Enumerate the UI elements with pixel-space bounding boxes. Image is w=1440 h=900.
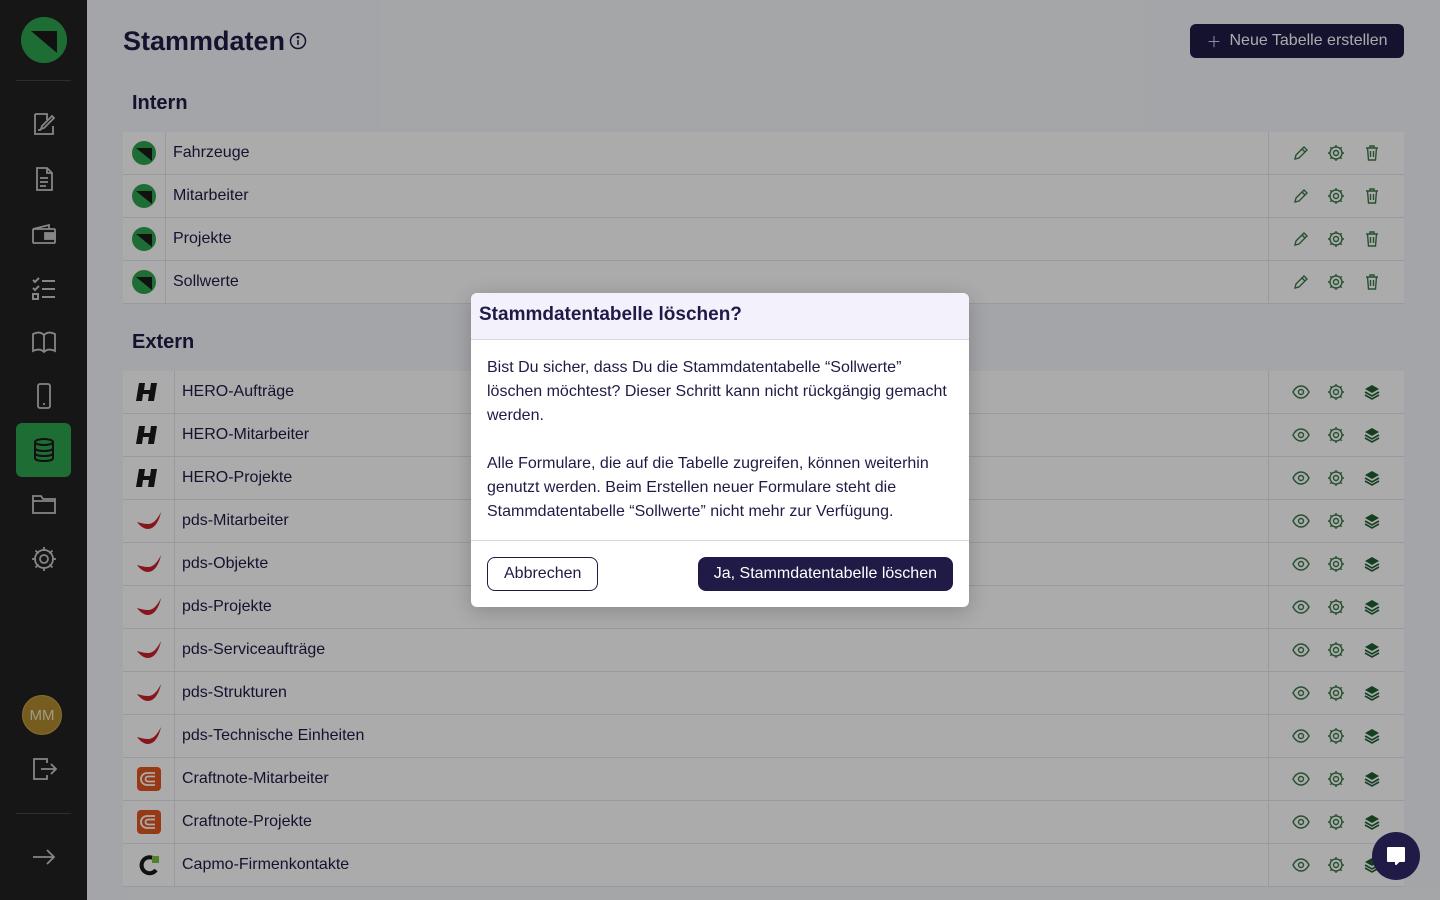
confirm-delete-button[interactable]: Ja, Stammdatentabelle löschen <box>697 557 953 591</box>
cancel-button[interactable]: Abbrechen <box>487 557 599 591</box>
chat-launcher[interactable] <box>1372 832 1420 880</box>
chat-icon <box>1387 847 1405 865</box>
dialog-body: Bist Du sicher, dass Du die Stammdatenta… <box>471 340 969 541</box>
dialog-paragraph-info: Alle Formulare, die auf die Tabelle zugr… <box>487 455 929 520</box>
dialog-title: Stammdatentabelle löschen? <box>471 293 969 340</box>
dialog-footer: Abbrechen Ja, Stammdatentabelle löschen <box>471 541 969 607</box>
dialog-paragraph-warning: Bist Du sicher, dass Du die Stammdatenta… <box>487 359 947 424</box>
delete-table-dialog: Stammdatentabelle löschen? Bist Du siche… <box>471 293 969 607</box>
